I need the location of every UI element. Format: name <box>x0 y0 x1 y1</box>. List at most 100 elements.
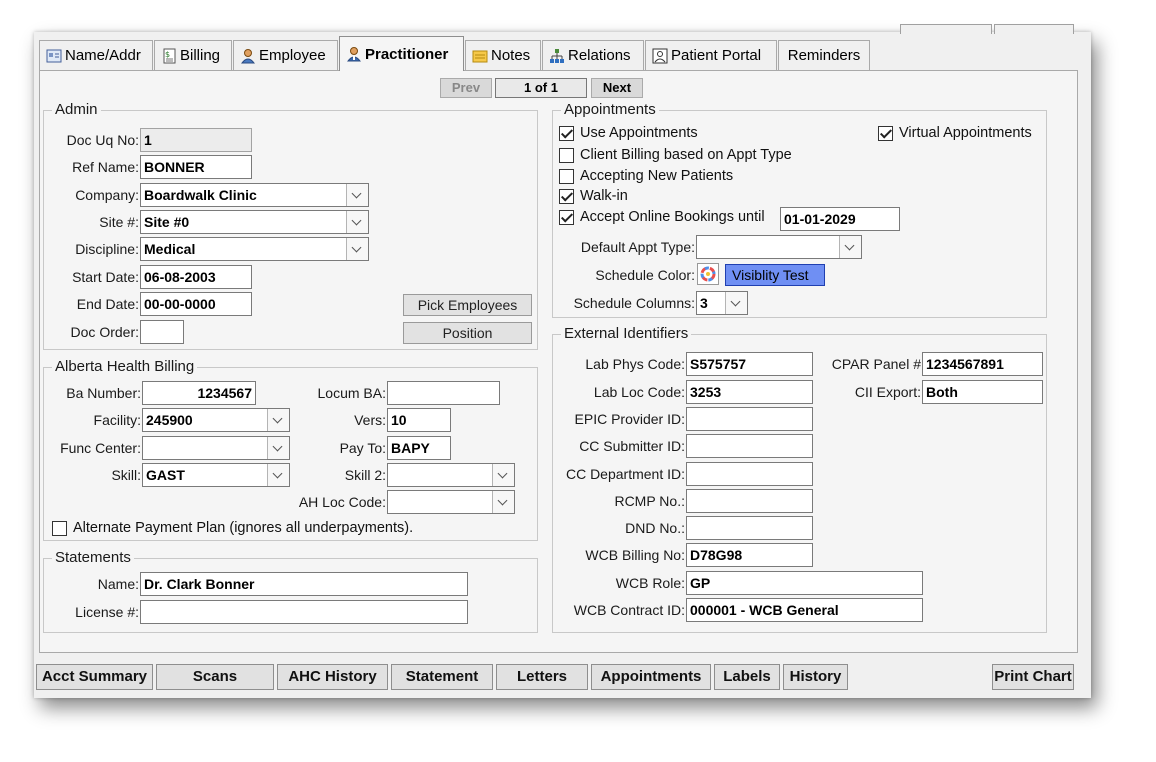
tab-billing[interactable]: $ Billing <box>154 40 232 70</box>
cpar-panel-label: CPAR Panel # <box>831 356 921 372</box>
checkbox-box[interactable] <box>559 125 574 141</box>
lab-loc-code-field[interactable]: 3253 <box>686 380 813 404</box>
checkbox-box[interactable] <box>878 125 893 141</box>
walk-in-label: Walk-in <box>580 188 628 204</box>
locum-ba-field[interactable] <box>387 381 500 405</box>
skill2-select[interactable] <box>387 463 515 487</box>
checkbox-box[interactable] <box>559 188 574 204</box>
doctor-icon <box>346 46 362 62</box>
pay-to-field[interactable]: BAPY <box>387 436 451 460</box>
color-picker-icon[interactable] <box>697 263 719 285</box>
chevron-down-icon[interactable] <box>492 491 514 513</box>
alternate-payment-checkbox[interactable]: Alternate Payment Plan (ignores all unde… <box>52 520 413 536</box>
acct-summary-button[interactable]: Acct Summary <box>36 664 153 690</box>
tab-label: Practitioner <box>365 45 449 63</box>
cii-export-field[interactable]: Both <box>922 380 1043 404</box>
wcb-contract-field[interactable]: 000001 - WCB General <box>686 598 923 622</box>
rcmp-no-field[interactable] <box>686 489 813 513</box>
appointments-button[interactable]: Appointments <box>591 664 711 690</box>
vers-field[interactable]: 10 <box>387 408 451 432</box>
chevron-down-icon[interactable] <box>725 292 747 314</box>
scans-button[interactable]: Scans <box>156 664 274 690</box>
tab-patient-portal[interactable]: Patient Portal <box>645 40 777 70</box>
company-select[interactable]: Boardwalk Clinic <box>140 183 369 207</box>
tab-practitioner[interactable]: Practitioner <box>339 36 464 71</box>
license-label: License #: <box>75 604 139 620</box>
ahc-history-button[interactable]: AHC History <box>277 664 388 690</box>
statement-name-label: Name: <box>97 576 139 592</box>
company-label: Company: <box>75 187 139 203</box>
history-button[interactable]: History <box>783 664 848 690</box>
accepting-new-patients-checkbox[interactable]: Accepting New Patients <box>559 168 733 184</box>
cc-department-field[interactable] <box>686 462 813 486</box>
use-appointments-checkbox[interactable]: Use Appointments <box>559 125 698 141</box>
tab-label: Billing <box>180 47 221 64</box>
labels-button[interactable]: Labels <box>714 664 780 690</box>
epic-provider-field[interactable] <box>686 407 813 431</box>
default-appt-type-select[interactable] <box>696 235 862 259</box>
pick-employees-button[interactable]: Pick Employees <box>403 294 532 316</box>
next-button[interactable]: Next <box>591 78 643 98</box>
start-date-label: Start Date: <box>72 269 139 285</box>
online-bookings-checkbox[interactable]: Accept Online Bookings until <box>559 209 765 225</box>
dnd-no-field[interactable] <box>686 516 813 540</box>
chevron-down-icon[interactable] <box>346 211 368 233</box>
accepting-new-patients-label: Accepting New Patients <box>580 168 734 184</box>
chevron-down-icon[interactable] <box>346 238 368 260</box>
checkbox-box[interactable] <box>559 168 574 184</box>
wcb-billing-field[interactable]: D78G98 <box>686 543 813 567</box>
tab-label: Name/Addr <box>65 47 141 64</box>
checkbox-box[interactable] <box>559 209 574 225</box>
chevron-down-icon[interactable] <box>492 464 514 486</box>
cpar-panel-field[interactable]: 1234567891 <box>922 352 1043 376</box>
virtual-appointments-label: Virtual Appointments <box>899 125 1032 141</box>
checkbox-box[interactable] <box>52 520 67 536</box>
tab-label: Patient Portal <box>671 47 762 64</box>
skill-select[interactable]: GAST <box>142 463 290 487</box>
default-appt-type-label: Default Appt Type: <box>580 239 695 255</box>
checkbox-box[interactable] <box>559 147 574 163</box>
site-label: Site #: <box>99 214 139 230</box>
start-date-field[interactable]: 06-08-2003 <box>140 265 252 289</box>
record-counter: 1 of 1 <box>495 78 587 98</box>
schedule-columns-select[interactable]: 3 <box>696 291 748 315</box>
facility-label: Facility: <box>93 412 141 428</box>
chevron-down-icon[interactable] <box>839 236 861 258</box>
statement-name-field[interactable]: Dr. Clark Bonner <box>140 572 468 596</box>
facility-value: 245900 <box>146 412 193 428</box>
client-billing-checkbox[interactable]: Client Billing based on Appt Type <box>559 147 792 163</box>
discipline-select[interactable]: Medical <box>140 237 369 261</box>
tab-employee[interactable]: Employee <box>233 40 338 70</box>
end-date-field[interactable]: 00-00-0000 <box>140 292 252 316</box>
tab-relations[interactable]: Relations <box>542 40 644 70</box>
prev-button[interactable]: Prev <box>440 78 492 98</box>
letters-button[interactable]: Letters <box>496 664 588 690</box>
ba-number-field[interactable]: 1234567 <box>142 381 256 405</box>
virtual-appointments-checkbox[interactable]: Virtual Appointments <box>878 125 1032 141</box>
site-value: Site #0 <box>144 214 190 230</box>
walk-in-checkbox[interactable]: Walk-in <box>559 188 628 204</box>
schedule-color-swatch[interactable]: Visiblity Test <box>725 264 825 286</box>
wcb-role-field[interactable]: GP <box>686 571 923 595</box>
tab-notes[interactable]: Notes <box>465 40 541 70</box>
statement-button[interactable]: Statement <box>391 664 493 690</box>
cii-export-label: CII Export: <box>854 384 921 400</box>
tab-name-addr[interactable]: Name/Addr <box>39 40 153 70</box>
schedule-columns-label: Schedule Columns: <box>573 295 695 311</box>
position-button[interactable]: Position <box>403 322 532 344</box>
ah-loc-code-select[interactable] <box>387 490 515 514</box>
site-select[interactable]: Site #0 <box>140 210 369 234</box>
lab-phys-code-field[interactable]: S575757 <box>686 352 813 376</box>
ref-name-field[interactable]: BONNER <box>140 155 252 179</box>
chevron-down-icon[interactable] <box>346 184 368 206</box>
license-field[interactable] <box>140 600 468 624</box>
tab-label: Reminders <box>787 47 861 64</box>
tab-label: Employee <box>259 47 326 64</box>
print-chart-button[interactable]: Print Chart <box>992 664 1074 690</box>
doc-order-field[interactable] <box>140 320 184 344</box>
facility-select[interactable]: 245900 <box>142 408 290 432</box>
tab-reminders[interactable]: Reminders <box>778 40 870 70</box>
cc-submitter-field[interactable] <box>686 434 813 458</box>
online-bookings-until-field[interactable]: 01-01-2029 <box>780 207 900 231</box>
func-center-select[interactable] <box>142 436 290 460</box>
